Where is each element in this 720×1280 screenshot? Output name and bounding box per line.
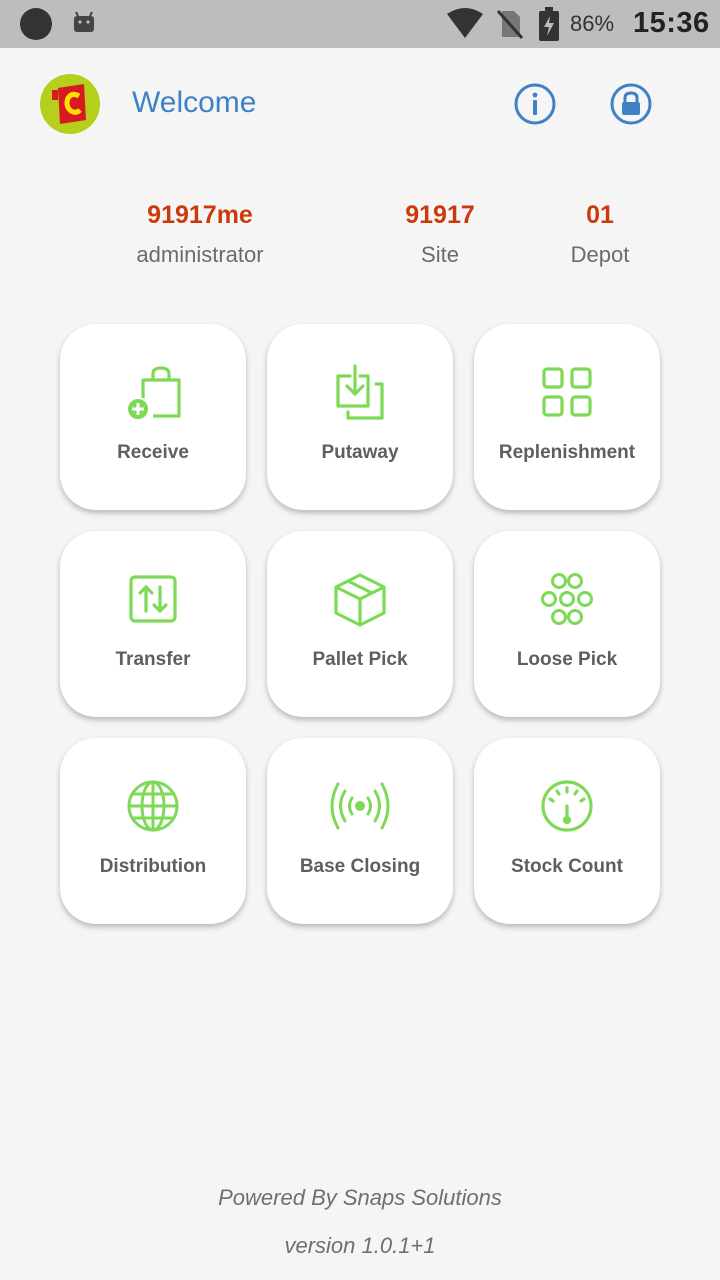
transfer-button[interactable]: Transfer bbox=[60, 531, 246, 717]
user-info-name: 91917me administrator bbox=[120, 198, 280, 272]
putaway-label: Putaway bbox=[321, 442, 399, 463]
user-info-site: 91917 Site bbox=[380, 198, 500, 272]
base-closing-button[interactable]: Base Closing bbox=[267, 738, 453, 924]
circles-cluster-icon bbox=[541, 573, 593, 625]
distribution-label: Distribution bbox=[99, 856, 207, 877]
username-value: 91917me bbox=[147, 201, 253, 229]
powered-by-text: Powered By Snaps Solutions bbox=[218, 1185, 502, 1210]
battery-percent: 86% bbox=[570, 11, 615, 36]
swap-vertical-icon bbox=[129, 575, 177, 623]
broadcast-icon bbox=[330, 782, 390, 830]
grid-icon bbox=[542, 367, 592, 417]
info-icon[interactable] bbox=[513, 82, 557, 126]
depot-value: 01 bbox=[586, 201, 614, 229]
notification-dot-icon bbox=[20, 8, 52, 40]
receive-button[interactable]: Receive bbox=[60, 324, 246, 510]
depot-label: Depot bbox=[570, 242, 630, 267]
wifi-icon bbox=[447, 8, 483, 38]
loose-pick-label: Loose Pick bbox=[516, 649, 618, 670]
lock-icon[interactable] bbox=[609, 82, 653, 126]
replenishment-button[interactable]: Replenishment bbox=[474, 324, 660, 510]
distribution-button[interactable]: Distribution bbox=[60, 738, 246, 924]
stock-count-button[interactable]: Stock Count bbox=[474, 738, 660, 924]
app-logo bbox=[40, 74, 100, 134]
putaway-button[interactable]: Putaway bbox=[267, 324, 453, 510]
username-label: administrator bbox=[136, 242, 264, 267]
box-icon bbox=[334, 573, 386, 627]
no-sim-icon bbox=[496, 10, 524, 39]
bag-add-icon bbox=[126, 366, 181, 421]
user-info-depot: 01 Depot bbox=[540, 198, 660, 272]
site-value: 91917 bbox=[405, 201, 475, 229]
download-stack-icon bbox=[336, 364, 384, 420]
transfer-label: Transfer bbox=[115, 649, 191, 670]
globe-icon bbox=[127, 780, 179, 832]
stock-count-label: Stock Count bbox=[511, 856, 623, 877]
base-closing-label: Base Closing bbox=[299, 856, 421, 877]
pallet-pick-button[interactable]: Pallet Pick bbox=[267, 531, 453, 717]
gauge-icon bbox=[541, 780, 593, 832]
android-icon bbox=[74, 11, 94, 32]
site-label: Site bbox=[421, 242, 459, 267]
pallet-pick-label: Pallet Pick bbox=[312, 649, 408, 670]
version-text: version 1.0.1+1 bbox=[284, 1233, 436, 1258]
replenishment-label: Replenishment bbox=[498, 442, 636, 463]
loose-pick-button[interactable]: Loose Pick bbox=[474, 531, 660, 717]
receive-label: Receive bbox=[117, 442, 189, 463]
welcome-title: Welcome bbox=[132, 86, 257, 119]
clock: 15:36 bbox=[633, 7, 710, 39]
status-bar: 86% 15:36 bbox=[0, 0, 720, 48]
battery-charging-icon bbox=[539, 7, 559, 41]
